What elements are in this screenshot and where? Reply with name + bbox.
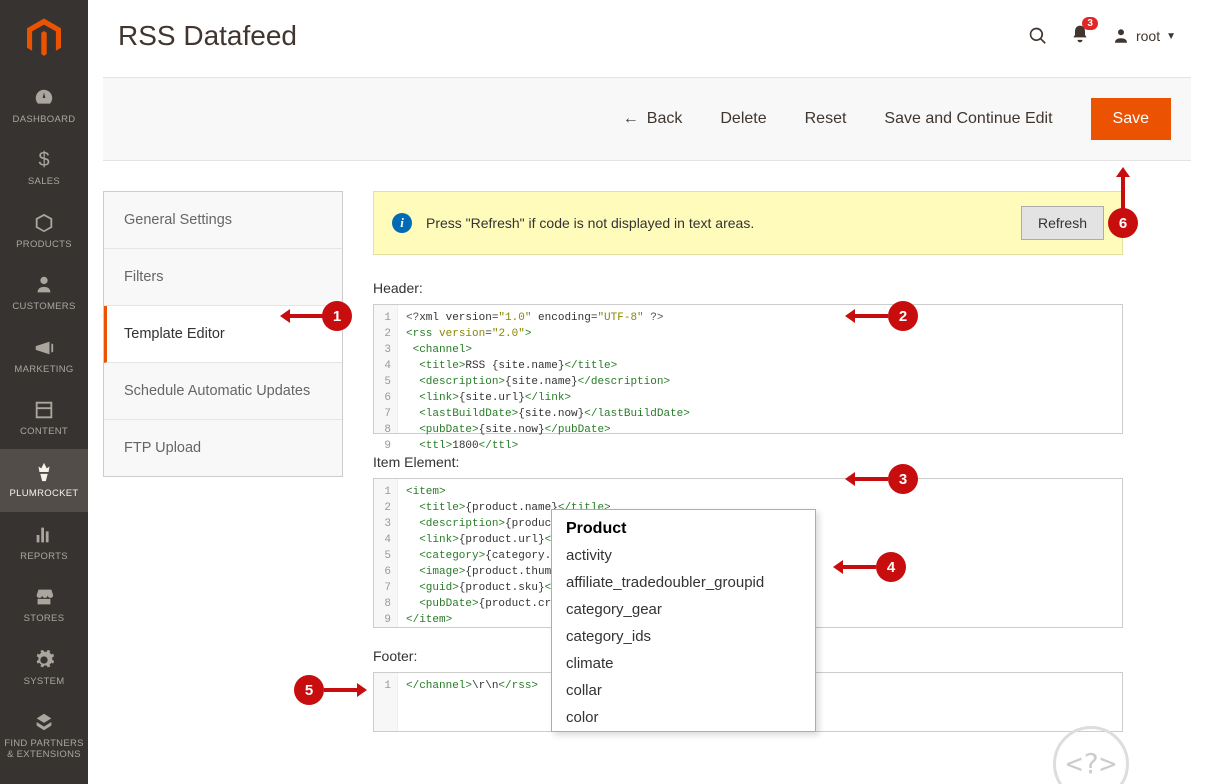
header-code-editor[interactable]: 1 2 3 4 5 6 7 8 9 <?xml version="1.0" en… bbox=[373, 304, 1123, 434]
annotation-2: 2 bbox=[888, 301, 918, 331]
tab-schedule[interactable]: Schedule Automatic Updates bbox=[104, 363, 342, 420]
gutter: 1 2 3 4 5 6 7 8 9 bbox=[374, 305, 398, 433]
item-label: Item Element: bbox=[373, 454, 1123, 470]
user-menu[interactable]: root ▼ bbox=[1112, 27, 1176, 45]
reset-button[interactable]: Reset bbox=[805, 110, 847, 128]
info-icon: i bbox=[392, 213, 412, 233]
nav-plumrocket[interactable]: PLUMROCKET bbox=[0, 449, 88, 511]
page-title: RSS Datafeed bbox=[118, 20, 1028, 52]
magento-logo[interactable] bbox=[0, 0, 88, 75]
popup-item[interactable]: category_gear bbox=[552, 596, 815, 623]
dollar-icon: $ bbox=[33, 149, 55, 171]
username: root bbox=[1136, 28, 1160, 44]
tab-ftp[interactable]: FTP Upload bbox=[104, 420, 342, 476]
arrow-5 bbox=[324, 688, 359, 692]
nav-system[interactable]: SYSTEM bbox=[0, 637, 88, 699]
hint-glyph: <?> bbox=[1053, 726, 1129, 784]
annotation-3: 3 bbox=[888, 464, 918, 494]
arrow-6 bbox=[1121, 175, 1125, 210]
nav-stores[interactable]: STORES bbox=[0, 574, 88, 636]
gutter: 1 bbox=[374, 673, 398, 731]
gutter: 1 2 3 4 5 6 7 8 9 bbox=[374, 479, 398, 627]
delete-button[interactable]: Delete bbox=[720, 110, 766, 128]
main-column: RSS Datafeed 3 root ▼ ← Back Delete bbox=[88, 0, 1206, 784]
refresh-alert: i Press "Refresh" if code is not display… bbox=[373, 191, 1123, 255]
arrow-4 bbox=[841, 565, 876, 569]
popup-item[interactable]: collar bbox=[552, 677, 815, 704]
notifications-icon[interactable]: 3 bbox=[1070, 23, 1090, 50]
nav-reports[interactable]: REPORTS bbox=[0, 512, 88, 574]
admin-sidebar: DASHBOARD $ SALES PRODUCTS CUSTOMERS MAR… bbox=[0, 0, 88, 784]
template-editor-panel: i Press "Refresh" if code is not display… bbox=[373, 191, 1153, 784]
annotation-6: 6 bbox=[1108, 208, 1138, 238]
nav-dashboard[interactable]: DASHBOARD bbox=[0, 75, 88, 137]
popup-item[interactable]: activity bbox=[552, 542, 815, 569]
action-bar: ← Back Delete Reset Save and Continue Ed… bbox=[103, 77, 1191, 161]
chevron-down-icon: ▼ bbox=[1166, 31, 1176, 42]
popup-item[interactable]: climate bbox=[552, 650, 815, 677]
settings-tabs: General Settings Filters Template Editor… bbox=[103, 191, 343, 477]
alert-text: Press "Refresh" if code is not displayed… bbox=[426, 215, 1007, 231]
autocomplete-popup: Product activity affiliate_tradedoubler_… bbox=[551, 509, 816, 732]
back-button[interactable]: ← Back bbox=[623, 110, 683, 128]
arrow-2 bbox=[853, 314, 888, 318]
save-button[interactable]: Save bbox=[1091, 98, 1171, 140]
annotation-4: 4 bbox=[876, 552, 906, 582]
arrow-3 bbox=[853, 477, 888, 481]
tab-filters[interactable]: Filters bbox=[104, 249, 342, 306]
nav-products[interactable]: PRODUCTS bbox=[0, 200, 88, 262]
arrow-left-icon: ← bbox=[623, 110, 639, 128]
tags-hint: <?> Click here to see full list of data … bbox=[1001, 726, 1181, 784]
arrow-1 bbox=[288, 314, 323, 318]
nav-sales[interactable]: $ SALES bbox=[0, 137, 88, 199]
nav-partners[interactable]: FIND PARTNERS & EXTENSIONS bbox=[0, 699, 88, 773]
annotation-1: 1 bbox=[322, 301, 352, 331]
save-continue-button[interactable]: Save and Continue Edit bbox=[884, 110, 1052, 128]
header-label: Header: bbox=[373, 280, 1123, 296]
search-icon[interactable] bbox=[1028, 26, 1048, 46]
popup-item[interactable]: color bbox=[552, 704, 815, 731]
nav-content[interactable]: CONTENT bbox=[0, 387, 88, 449]
topbar: RSS Datafeed 3 root ▼ bbox=[88, 0, 1206, 62]
popup-item[interactable]: category_ids bbox=[552, 623, 815, 650]
popup-item[interactable]: affiliate_tradedoubler_groupid bbox=[552, 569, 815, 596]
refresh-button[interactable]: Refresh bbox=[1021, 206, 1104, 240]
nav-customers[interactable]: CUSTOMERS bbox=[0, 262, 88, 324]
code-content: <?xml version="1.0" encoding="UTF-8" ?> … bbox=[398, 305, 1122, 433]
tab-general[interactable]: General Settings bbox=[104, 192, 342, 249]
popup-title: Product bbox=[552, 510, 815, 542]
annotation-5: 5 bbox=[294, 675, 324, 705]
notif-badge: 3 bbox=[1082, 17, 1098, 30]
nav-marketing[interactable]: MARKETING bbox=[0, 325, 88, 387]
